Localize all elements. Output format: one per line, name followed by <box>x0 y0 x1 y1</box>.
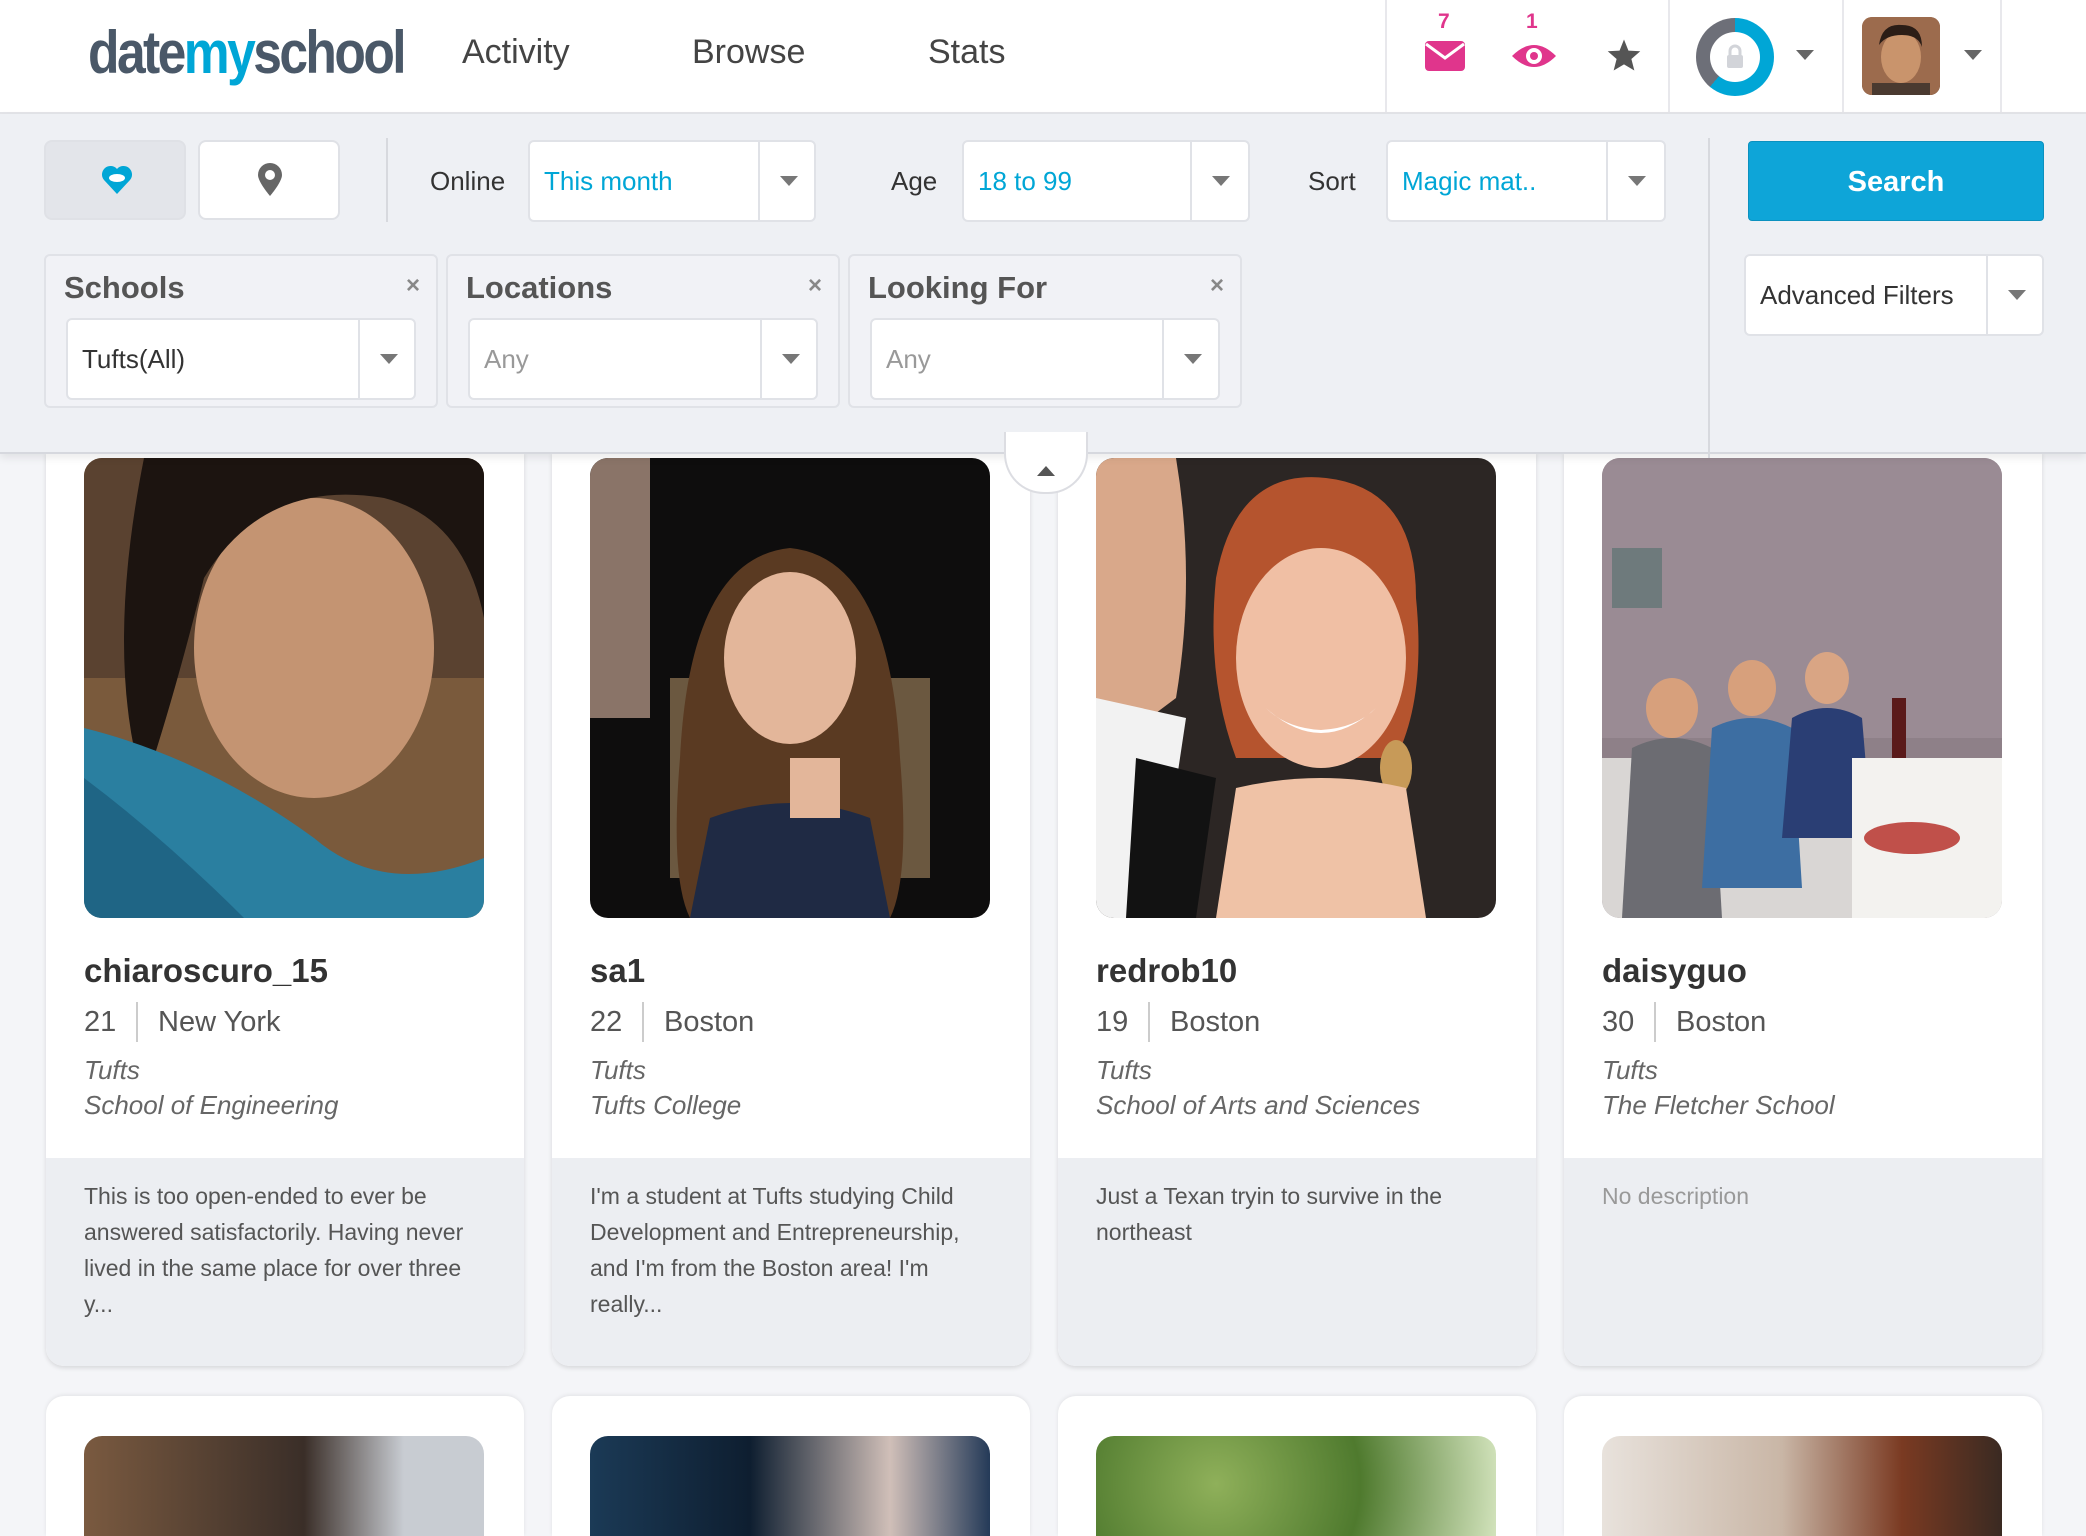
looking-for-title: Looking For <box>868 270 1048 305</box>
close-icon[interactable]: × <box>1210 272 1224 300</box>
view-toggle-map[interactable] <box>198 140 340 220</box>
profile-card[interactable]: daisyguo 30 Boston Tufts The Fletcher Sc… <box>1564 452 2042 1366</box>
search-filter-panel: Online This month Age 18 to 99 Sort Magi… <box>0 114 2086 458</box>
profile-department: School of Engineering <box>84 1090 339 1120</box>
chevron-up-icon <box>1037 466 1055 476</box>
profile-card[interactable]: redrob10 19 Boston Tufts School of Arts … <box>1058 452 1536 1366</box>
profile-age: 30 <box>1602 1006 1635 1038</box>
profile-photo[interactable] <box>1096 458 1496 918</box>
profile-description: No description <box>1602 1183 1750 1209</box>
profile-description-panel: No description <box>1564 1158 2042 1366</box>
profile-photo[interactable] <box>590 1436 990 1536</box>
profile-card[interactable]: chiaroscuro_15 21 New York Tufts School … <box>46 452 524 1366</box>
profile-card[interactable]: sa1 22 Boston Tufts Tufts College I'm a … <box>552 452 1030 1366</box>
profile-description: I'm a student at Tufts studying Child De… <box>590 1183 960 1317</box>
profile-photo[interactable] <box>1602 458 2002 918</box>
profile-photo[interactable] <box>590 458 990 918</box>
profile-photo[interactable] <box>84 458 484 918</box>
profile-description: This is too open-ended to ever be answer… <box>84 1183 464 1317</box>
age-label: Age <box>891 166 938 196</box>
top-navigation-bar: datemyschool Activity Browse Stats 7 1 <box>0 0 2086 114</box>
profile-username[interactable]: daisyguo <box>1602 952 1747 990</box>
profile-description-panel: Just a Texan tryin to survive in the nor… <box>1058 1158 1536 1366</box>
close-icon[interactable]: × <box>808 272 822 300</box>
profile-city: Boston <box>1170 1006 1261 1038</box>
profile-department: Tufts College <box>590 1090 742 1120</box>
schools-title: Schools <box>64 270 185 305</box>
online-label: Online <box>430 166 506 196</box>
looking-for-select[interactable]: Any <box>870 318 1220 400</box>
looking-for-filter: Looking For × Any <box>848 254 1242 408</box>
profile-username[interactable]: chiaroscuro_15 <box>84 952 328 990</box>
chevron-down-icon <box>380 354 398 364</box>
profile-completion-ring[interactable] <box>1696 18 1774 96</box>
eye-icon[interactable] <box>1510 40 1558 77</box>
chevron-down-icon <box>2008 290 2026 300</box>
locations-select[interactable]: Any <box>468 318 818 400</box>
map-pin-icon <box>258 163 282 196</box>
star-icon[interactable] <box>1606 38 1642 77</box>
nav-link-stats[interactable]: Stats <box>928 33 1005 72</box>
sort-select[interactable]: Magic mat.. <box>1386 140 1666 222</box>
user-avatar[interactable] <box>1862 17 1940 95</box>
search-button[interactable]: Search <box>1748 141 2044 221</box>
profile-school: Tufts <box>1602 1055 1658 1085</box>
chevron-down-icon <box>780 176 798 186</box>
schools-filter: Schools × Tufts(All) <box>44 254 438 408</box>
chevron-down-icon <box>782 354 800 364</box>
nav-divider <box>1842 0 1844 112</box>
locations-title: Locations <box>466 270 613 305</box>
profile-card[interactable] <box>1564 1396 2042 1536</box>
profile-school: Tufts <box>590 1055 646 1085</box>
profile-photo[interactable] <box>1096 1436 1496 1536</box>
profile-photo[interactable] <box>1602 1436 2002 1536</box>
profile-description-panel: This is too open-ended to ever be answer… <box>46 1158 524 1366</box>
schools-select[interactable]: Tufts(All) <box>66 318 416 400</box>
locations-filter: Locations × Any <box>446 254 840 408</box>
heart-pin-icon <box>101 165 133 194</box>
profile-city: Boston <box>664 1006 755 1038</box>
profile-age: 22 <box>590 1006 623 1038</box>
profile-age: 21 <box>84 1006 117 1038</box>
profile-username[interactable]: sa1 <box>590 952 645 990</box>
profile-city: New York <box>158 1006 281 1038</box>
datemyschool-logo[interactable]: datemyschool <box>88 18 407 87</box>
chevron-down-icon[interactable] <box>1964 50 1982 60</box>
view-toggle-matches[interactable] <box>44 140 186 220</box>
age-select[interactable]: 18 to 99 <box>962 140 1250 222</box>
profile-description-panel: I'm a student at Tufts studying Child De… <box>552 1158 1030 1366</box>
sort-label: Sort <box>1308 166 1356 196</box>
nav-link-browse[interactable]: Browse <box>692 33 805 72</box>
nav-divider <box>1385 0 1387 112</box>
profile-school: Tufts <box>84 1055 140 1085</box>
chevron-down-icon <box>1212 176 1230 186</box>
views-count-badge: 1 <box>1526 10 1538 33</box>
chevron-down-icon <box>1628 176 1646 186</box>
chevron-down-icon[interactable] <box>1796 50 1814 60</box>
profile-department: School of Arts and Sciences <box>1096 1090 1421 1120</box>
profile-description: Just a Texan tryin to survive in the nor… <box>1096 1183 1443 1245</box>
profile-card[interactable] <box>46 1396 524 1536</box>
online-select[interactable]: This month <box>528 140 816 222</box>
envelope-icon[interactable] <box>1424 40 1466 77</box>
profile-school: Tufts <box>1096 1055 1152 1085</box>
nav-link-activity[interactable]: Activity <box>462 33 570 72</box>
advanced-filters-select[interactable]: Advanced Filters <box>1744 254 2044 336</box>
close-icon[interactable]: × <box>406 272 420 300</box>
profile-card[interactable] <box>552 1396 1030 1536</box>
profile-card[interactable] <box>1058 1396 1536 1536</box>
profile-age: 19 <box>1096 1006 1129 1038</box>
lock-icon <box>1727 44 1743 68</box>
profile-city: Boston <box>1676 1006 1767 1038</box>
profile-photo[interactable] <box>84 1436 484 1536</box>
messages-count-badge: 7 <box>1438 10 1450 33</box>
chevron-down-icon <box>1184 354 1202 364</box>
profile-department: The Fletcher School <box>1602 1090 1835 1120</box>
nav-divider <box>1668 0 1670 112</box>
nav-divider <box>2000 0 2002 112</box>
profile-username[interactable]: redrob10 <box>1096 952 1237 990</box>
